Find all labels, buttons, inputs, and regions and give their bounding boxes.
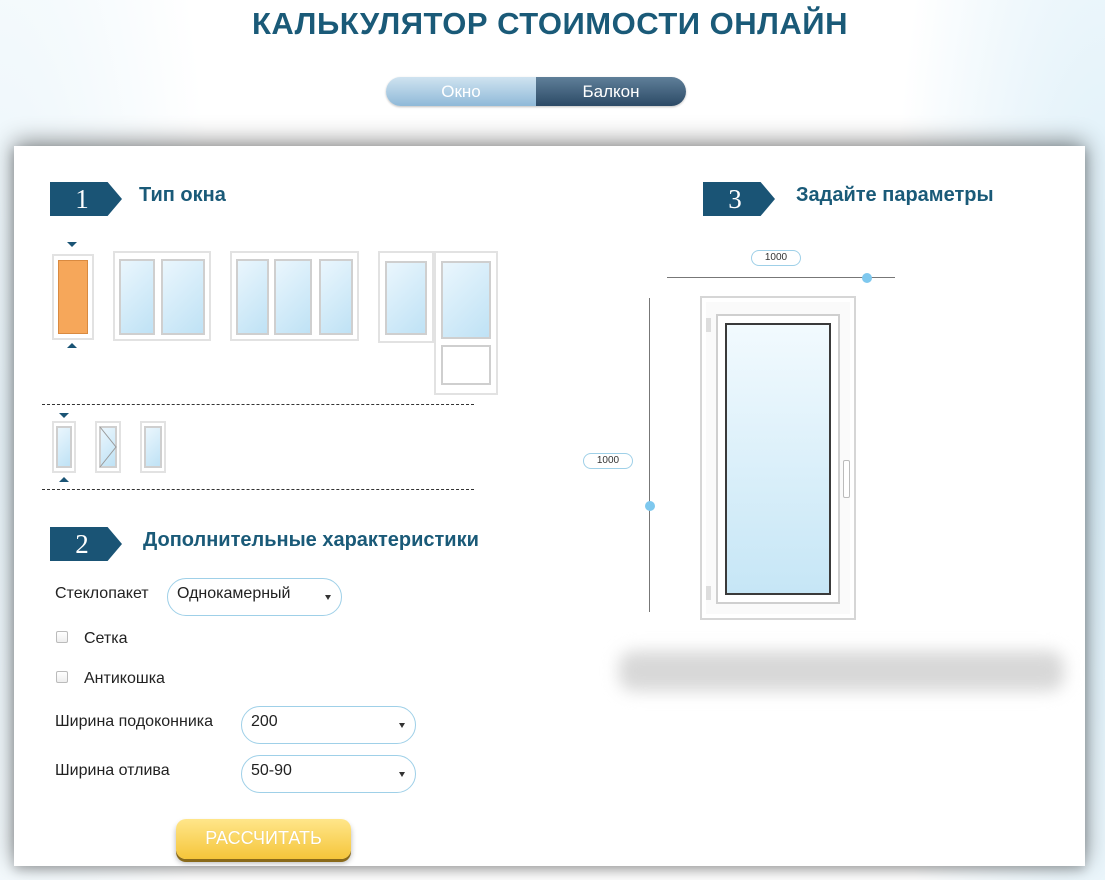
window-glass — [725, 323, 831, 595]
sill-select-value: 200 — [251, 713, 278, 730]
selected-marker-bottom-icon — [67, 343, 77, 348]
drip-label: Ширина отлива — [55, 762, 170, 779]
chevron-down-icon — [325, 595, 331, 600]
step-1-title: Тип окна — [139, 184, 226, 206]
price-placeholder — [619, 651, 1064, 691]
pane — [274, 259, 312, 335]
window-single-selected-fill — [58, 260, 88, 334]
height-handle[interactable] — [645, 501, 655, 511]
pane — [119, 259, 155, 335]
pane — [385, 261, 427, 335]
sill-select[interactable]: 200 — [241, 706, 416, 744]
anticat-checkbox[interactable] — [56, 671, 68, 683]
calculator-panel: 1 Тип окна 2 Дополнительные характеристи… — [14, 146, 1085, 866]
window-triple-icon[interactable] — [230, 251, 359, 341]
step-3-badge: 3 — [703, 182, 775, 216]
glass-select[interactable]: Однокамерный — [167, 578, 342, 616]
window-double-icon[interactable] — [113, 251, 211, 341]
type-switcher: Окно Балкон — [386, 77, 686, 106]
pane — [56, 426, 72, 468]
chevron-down-icon — [399, 772, 405, 777]
tab-window[interactable]: Окно — [386, 77, 536, 106]
pane — [441, 261, 491, 339]
sash-tilt-icon[interactable] — [95, 421, 121, 473]
sill-label: Ширина подоконника — [55, 713, 213, 730]
width-value[interactable]: 1000 — [751, 250, 801, 266]
anticat-label: Антикошка — [84, 670, 165, 687]
balcony-door-part — [434, 251, 498, 395]
divider — [42, 404, 474, 405]
step-2-badge: 2 — [50, 527, 122, 561]
chevron-down-icon — [399, 723, 405, 728]
pane — [161, 259, 205, 335]
sash-marker-top-icon — [59, 413, 69, 418]
sash-turn-icon[interactable] — [140, 421, 166, 473]
width-handle[interactable] — [862, 273, 872, 283]
tilt-lines-icon — [99, 426, 117, 468]
tab-balcony[interactable]: Балкон — [536, 77, 686, 106]
page-title: КАЛЬКУЛЯТОР СТОИМОСТИ ОНЛАЙН — [252, 6, 848, 41]
height-value[interactable]: 1000 — [583, 453, 633, 469]
hinge-icon — [706, 318, 711, 332]
drip-select-value: 50-90 — [251, 762, 292, 779]
window-preview — [700, 296, 856, 620]
window-single-icon[interactable] — [52, 254, 94, 340]
calculate-button[interactable]: РАССЧИТАТЬ — [176, 819, 351, 859]
width-dimension-line — [667, 277, 895, 278]
window-handle-icon — [843, 460, 850, 498]
window-sash — [716, 314, 840, 604]
mesh-label: Сетка — [84, 630, 128, 647]
drip-select[interactable]: 50-90 — [241, 755, 416, 793]
sash-marker-bottom-icon — [59, 477, 69, 482]
pane — [144, 426, 162, 468]
step-2-title: Дополнительные характеристики — [143, 529, 479, 551]
sash-fixed-icon[interactable] — [52, 421, 76, 473]
door-panel — [441, 345, 491, 385]
balcony-window-part — [378, 251, 434, 343]
step-1-badge: 1 — [50, 182, 122, 216]
step-3-title: Задайте параметры — [796, 184, 994, 206]
divider — [42, 489, 474, 490]
selected-marker-top-icon — [67, 242, 77, 247]
glass-label: Стеклопакет — [55, 585, 149, 602]
hinge-icon — [706, 586, 711, 600]
mesh-checkbox[interactable] — [56, 631, 68, 643]
pane — [319, 259, 353, 335]
pane — [236, 259, 269, 335]
height-dimension-line — [649, 298, 650, 612]
glass-select-value: Однокамерный — [177, 585, 291, 602]
